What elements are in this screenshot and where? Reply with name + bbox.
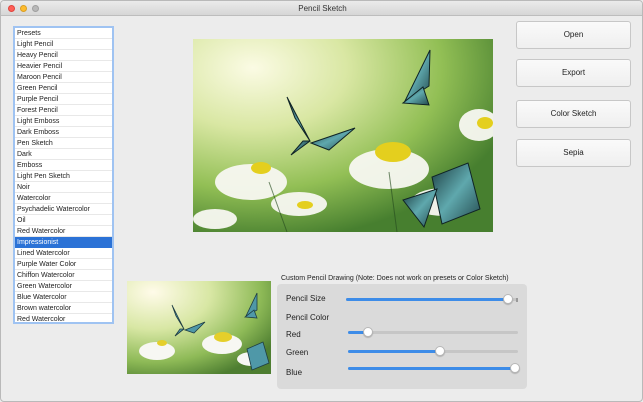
preset-item[interactable]: Green Watercolor [15, 281, 112, 292]
green-slider[interactable] [348, 346, 518, 356]
red-label: Red [286, 330, 301, 339]
preset-item[interactable]: Lined Watercolor [15, 248, 112, 259]
preset-item[interactable]: Light Emboss [15, 116, 112, 127]
red-slider-knob[interactable] [363, 327, 373, 337]
open-button[interactable]: Open [516, 21, 631, 49]
preset-item[interactable]: Dark [15, 149, 112, 160]
presets-header: Presets [15, 28, 112, 39]
preset-item[interactable]: Light Pen Sketch [15, 171, 112, 182]
pencil-size-label: Pencil Size [286, 294, 326, 303]
preset-item[interactable]: Forest Pencil [15, 105, 112, 116]
blue-slider-fill [348, 367, 515, 370]
main-preview-image [193, 39, 493, 232]
preset-item[interactable]: Brown watercolor [15, 303, 112, 314]
preset-item[interactable]: Green Pencil [15, 83, 112, 94]
maximize-icon[interactable] [32, 5, 39, 12]
preset-item[interactable]: Emboss [15, 160, 112, 171]
pencil-size-fill [346, 298, 508, 301]
presets-list[interactable]: Presets Light Pencil Heavy Pencil Heavier … [13, 26, 114, 324]
pencil-color-label: Pencil Color [286, 313, 330, 322]
red-slider[interactable] [348, 327, 518, 337]
blue-slider[interactable] [348, 363, 520, 373]
blue-slider-knob[interactable] [510, 363, 520, 373]
preset-item[interactable]: Dark Emboss [15, 127, 112, 138]
window-title: Pencil Sketch [298, 4, 347, 13]
pencil-size-end-tick [516, 297, 518, 302]
preset-item[interactable]: Purple Water Color [15, 259, 112, 270]
preset-item[interactable]: Purple Pencil [15, 94, 112, 105]
sepia-button[interactable]: Sepia [516, 139, 631, 167]
titlebar: Pencil Sketch [1, 1, 642, 16]
green-slider-fill [348, 350, 440, 353]
preset-item[interactable]: Maroon Pencil [15, 72, 112, 83]
preset-item[interactable]: Light Pencil [15, 39, 112, 50]
minimize-icon[interactable] [20, 5, 27, 12]
preset-item[interactable]: Psychadelic Watercolor [15, 204, 112, 215]
preset-item[interactable]: Red Watercolor [15, 314, 112, 322]
pencil-size-slider[interactable] [346, 294, 518, 304]
app-window: Pencil Sketch Presets Light Pencil Heavy … [0, 0, 643, 402]
preset-item[interactable]: Impressionist [15, 237, 112, 248]
close-icon[interactable] [8, 5, 15, 12]
preset-item[interactable]: Blue Watercolor [15, 292, 112, 303]
preset-item[interactable]: Pen Sketch [15, 138, 112, 149]
preset-item[interactable]: Heavier Pencil [15, 61, 112, 72]
export-button[interactable]: Export [516, 59, 631, 87]
preset-item[interactable]: Noir [15, 182, 112, 193]
blue-label: Blue [286, 368, 303, 377]
custom-pencil-panel: Pencil Size Pencil Color Red Green Blue [277, 284, 527, 389]
custom-panel-title: Custom Pencil Drawing (Note: Does not wo… [281, 275, 509, 282]
preset-item[interactable]: Watercolor [15, 193, 112, 204]
thumbnail-preview-image [127, 281, 271, 374]
preset-item[interactable]: Oil [15, 215, 112, 226]
preset-item[interactable]: Red Watercolor [15, 226, 112, 237]
preset-item[interactable]: Heavy Pencil [15, 50, 112, 61]
green-label: Green [286, 348, 309, 357]
pencil-size-knob[interactable] [503, 294, 513, 304]
color-sketch-button[interactable]: Color Sketch [516, 100, 631, 128]
green-slider-knob[interactable] [435, 346, 445, 356]
preset-item[interactable]: Chiffon Watercolor [15, 270, 112, 281]
